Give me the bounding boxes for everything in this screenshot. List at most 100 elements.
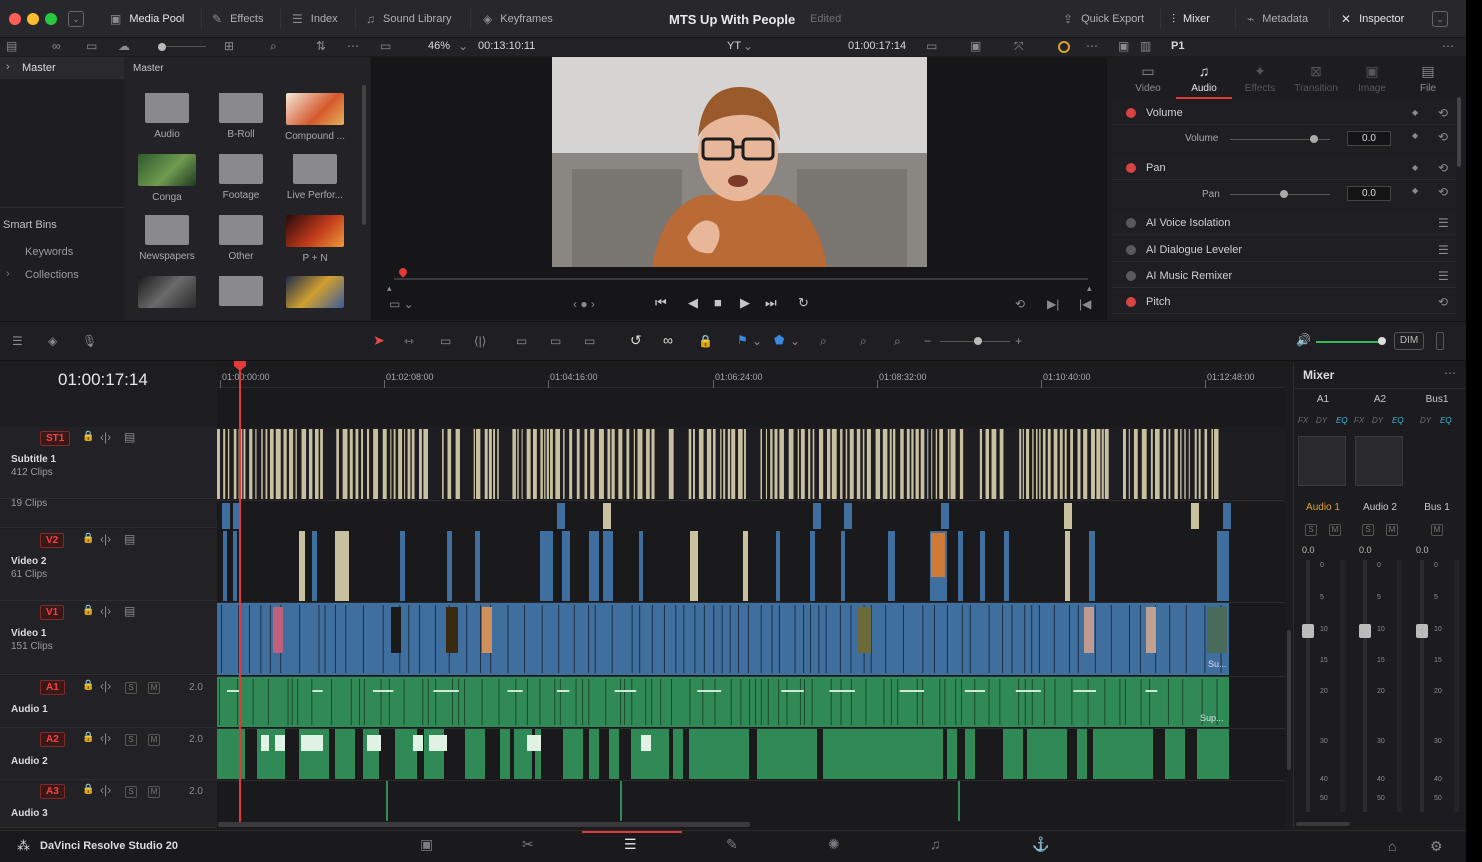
video-clip[interactable] — [1065, 531, 1070, 601]
subtitle-clip[interactable] — [569, 429, 573, 499]
clip-edge[interactable] — [382, 605, 384, 673]
bin-item[interactable]: P + N — [278, 215, 352, 264]
clip-edge[interactable] — [960, 679, 962, 725]
volume-slider[interactable] — [1310, 135, 1318, 143]
toggle[interactable] — [1126, 244, 1136, 255]
keyframe-icon[interactable]: ◆ — [1412, 131, 1418, 140]
stop-icon[interactable]: ■ — [714, 295, 722, 310]
clip-edge[interactable] — [324, 605, 326, 673]
waveform-peak[interactable] — [429, 735, 447, 751]
clip-edge[interactable] — [1018, 679, 1020, 725]
timeline-playhead[interactable] — [239, 362, 241, 822]
audio-2-clip[interactable] — [1093, 729, 1153, 779]
track-tag[interactable]: A2 — [40, 732, 65, 747]
waveform-peak[interactable] — [1073, 690, 1097, 692]
tab-audio[interactable]: ♫ Audio — [1180, 63, 1228, 97]
subtitle-clip[interactable] — [698, 429, 704, 499]
subtitle-clip[interactable] — [289, 429, 294, 499]
reset-icon[interactable]: ⟲ — [1438, 106, 1448, 120]
subtitle-clip[interactable] — [473, 429, 475, 499]
clip-edge[interactable] — [961, 605, 963, 673]
clip-edge[interactable] — [1094, 605, 1096, 673]
search-icon[interactable]: ⌕ — [270, 39, 277, 54]
waveform-peak[interactable] — [641, 735, 651, 751]
subtitle-clip[interactable] — [1019, 429, 1022, 499]
subtitle-clip[interactable] — [999, 429, 1004, 499]
clip-edge[interactable] — [778, 605, 780, 673]
clip-edge[interactable] — [755, 679, 757, 725]
audio-2-clip[interactable] — [609, 729, 619, 779]
clip-edge[interactable] — [318, 605, 320, 673]
chevron-right-icon[interactable]: › — [6, 268, 10, 280]
subtitle-clip[interactable] — [269, 429, 274, 499]
fader-track[interactable] — [1420, 560, 1424, 812]
clip-edge[interactable] — [749, 679, 751, 725]
clip-edge[interactable] — [451, 679, 453, 725]
inspector-button[interactable]: ✕ Inspector — [1341, 0, 1404, 38]
track-header[interactable]: A1 🔒 ‹|› S M 2.0 Audio 1 — [0, 676, 217, 728]
effects-button[interactable]: ✎ Effects — [212, 0, 264, 38]
video-track-clips[interactable] — [217, 603, 1229, 675]
clip-edge[interactable] — [435, 679, 437, 725]
clip-edge[interactable] — [419, 605, 421, 673]
keyframes-button[interactable]: ◈ Keyframes — [483, 0, 553, 38]
subtitle-clip[interactable] — [935, 429, 938, 499]
waveform-peak[interactable] — [433, 690, 459, 692]
clip-thumbnail[interactable] — [1146, 607, 1156, 653]
settings-gear-icon[interactable]: ⚙ — [1430, 838, 1443, 855]
audio-2-clip[interactable] — [465, 729, 485, 779]
reset-icon[interactable]: ⟲ — [1438, 130, 1448, 144]
waveform-peak[interactable] — [301, 735, 323, 751]
subtitle-clip[interactable] — [526, 429, 531, 499]
video-clip[interactable] — [1064, 503, 1072, 529]
subtitle-clip[interactable] — [223, 429, 226, 499]
audio-2-clip[interactable] — [757, 729, 817, 779]
clip-edge[interactable] — [498, 679, 500, 725]
meter-icon[interactable] — [1436, 332, 1444, 350]
audio-2-clip[interactable] — [1165, 729, 1185, 779]
subtitle-clip[interactable] — [808, 429, 811, 499]
subtitle-clip[interactable] — [367, 429, 370, 499]
master-volume-slider[interactable] — [1316, 341, 1382, 343]
lock-icon[interactable]: 🔒 — [82, 605, 94, 616]
subtitle-clip[interactable] — [1047, 429, 1051, 499]
clip-edge[interactable] — [1139, 605, 1141, 673]
track-tag[interactable]: V2 — [40, 533, 65, 548]
clip-edge[interactable] — [694, 605, 696, 673]
skip-to-start-icon[interactable]: ⏮ — [655, 295, 667, 311]
clip-edge[interactable] — [345, 605, 347, 673]
video-clip[interactable] — [312, 531, 317, 601]
subtitle-clip[interactable] — [1174, 429, 1178, 499]
subtitle-clip[interactable] — [1122, 429, 1126, 499]
clip-edge[interactable] — [885, 605, 887, 673]
subtitle-clip[interactable] — [550, 429, 553, 499]
clip-edge[interactable] — [922, 605, 924, 673]
subtitle-clip[interactable] — [361, 429, 364, 499]
subtitle-clip[interactable] — [882, 429, 888, 499]
subtitle-icon[interactable]: ▤ — [124, 430, 135, 444]
tab-file[interactable]: ▤ File — [1404, 63, 1452, 97]
keyframe-icon[interactable]: ◆ — [1412, 108, 1418, 117]
clip-edge[interactable] — [1169, 605, 1171, 673]
track-header[interactable]: ST1 🔒 ‹|› ▤ Subtitle 1 412 Clips — [0, 427, 217, 499]
subtitle-clip[interactable] — [1204, 429, 1208, 499]
video-clip[interactable] — [540, 531, 553, 601]
bin-item[interactable]: B-Roll — [204, 93, 278, 140]
lock-icon[interactable]: 🔒 — [82, 732, 94, 743]
toggle[interactable] — [1126, 270, 1136, 281]
video-clip[interactable] — [1089, 531, 1095, 601]
clip-edge[interactable] — [1038, 605, 1040, 673]
zoom-window-button[interactable] — [45, 13, 57, 25]
audio-2-clip[interactable] — [1197, 729, 1229, 779]
preset-select[interactable]: YT — [727, 40, 741, 52]
clip-thumbnail[interactable] — [391, 607, 401, 653]
subtitle-clip[interactable] — [939, 429, 943, 499]
subtitle-clip[interactable] — [892, 429, 896, 499]
split-icon[interactable]: ▥ — [1140, 39, 1151, 53]
timeline-tracks[interactable]: Su... Sup... — [217, 427, 1285, 827]
video-clip[interactable] — [958, 531, 963, 601]
clip-edge[interactable] — [933, 605, 935, 673]
subtitle-clip[interactable] — [1214, 429, 1219, 499]
clip-edge[interactable] — [850, 679, 852, 725]
clip-edge[interactable] — [1077, 605, 1079, 673]
